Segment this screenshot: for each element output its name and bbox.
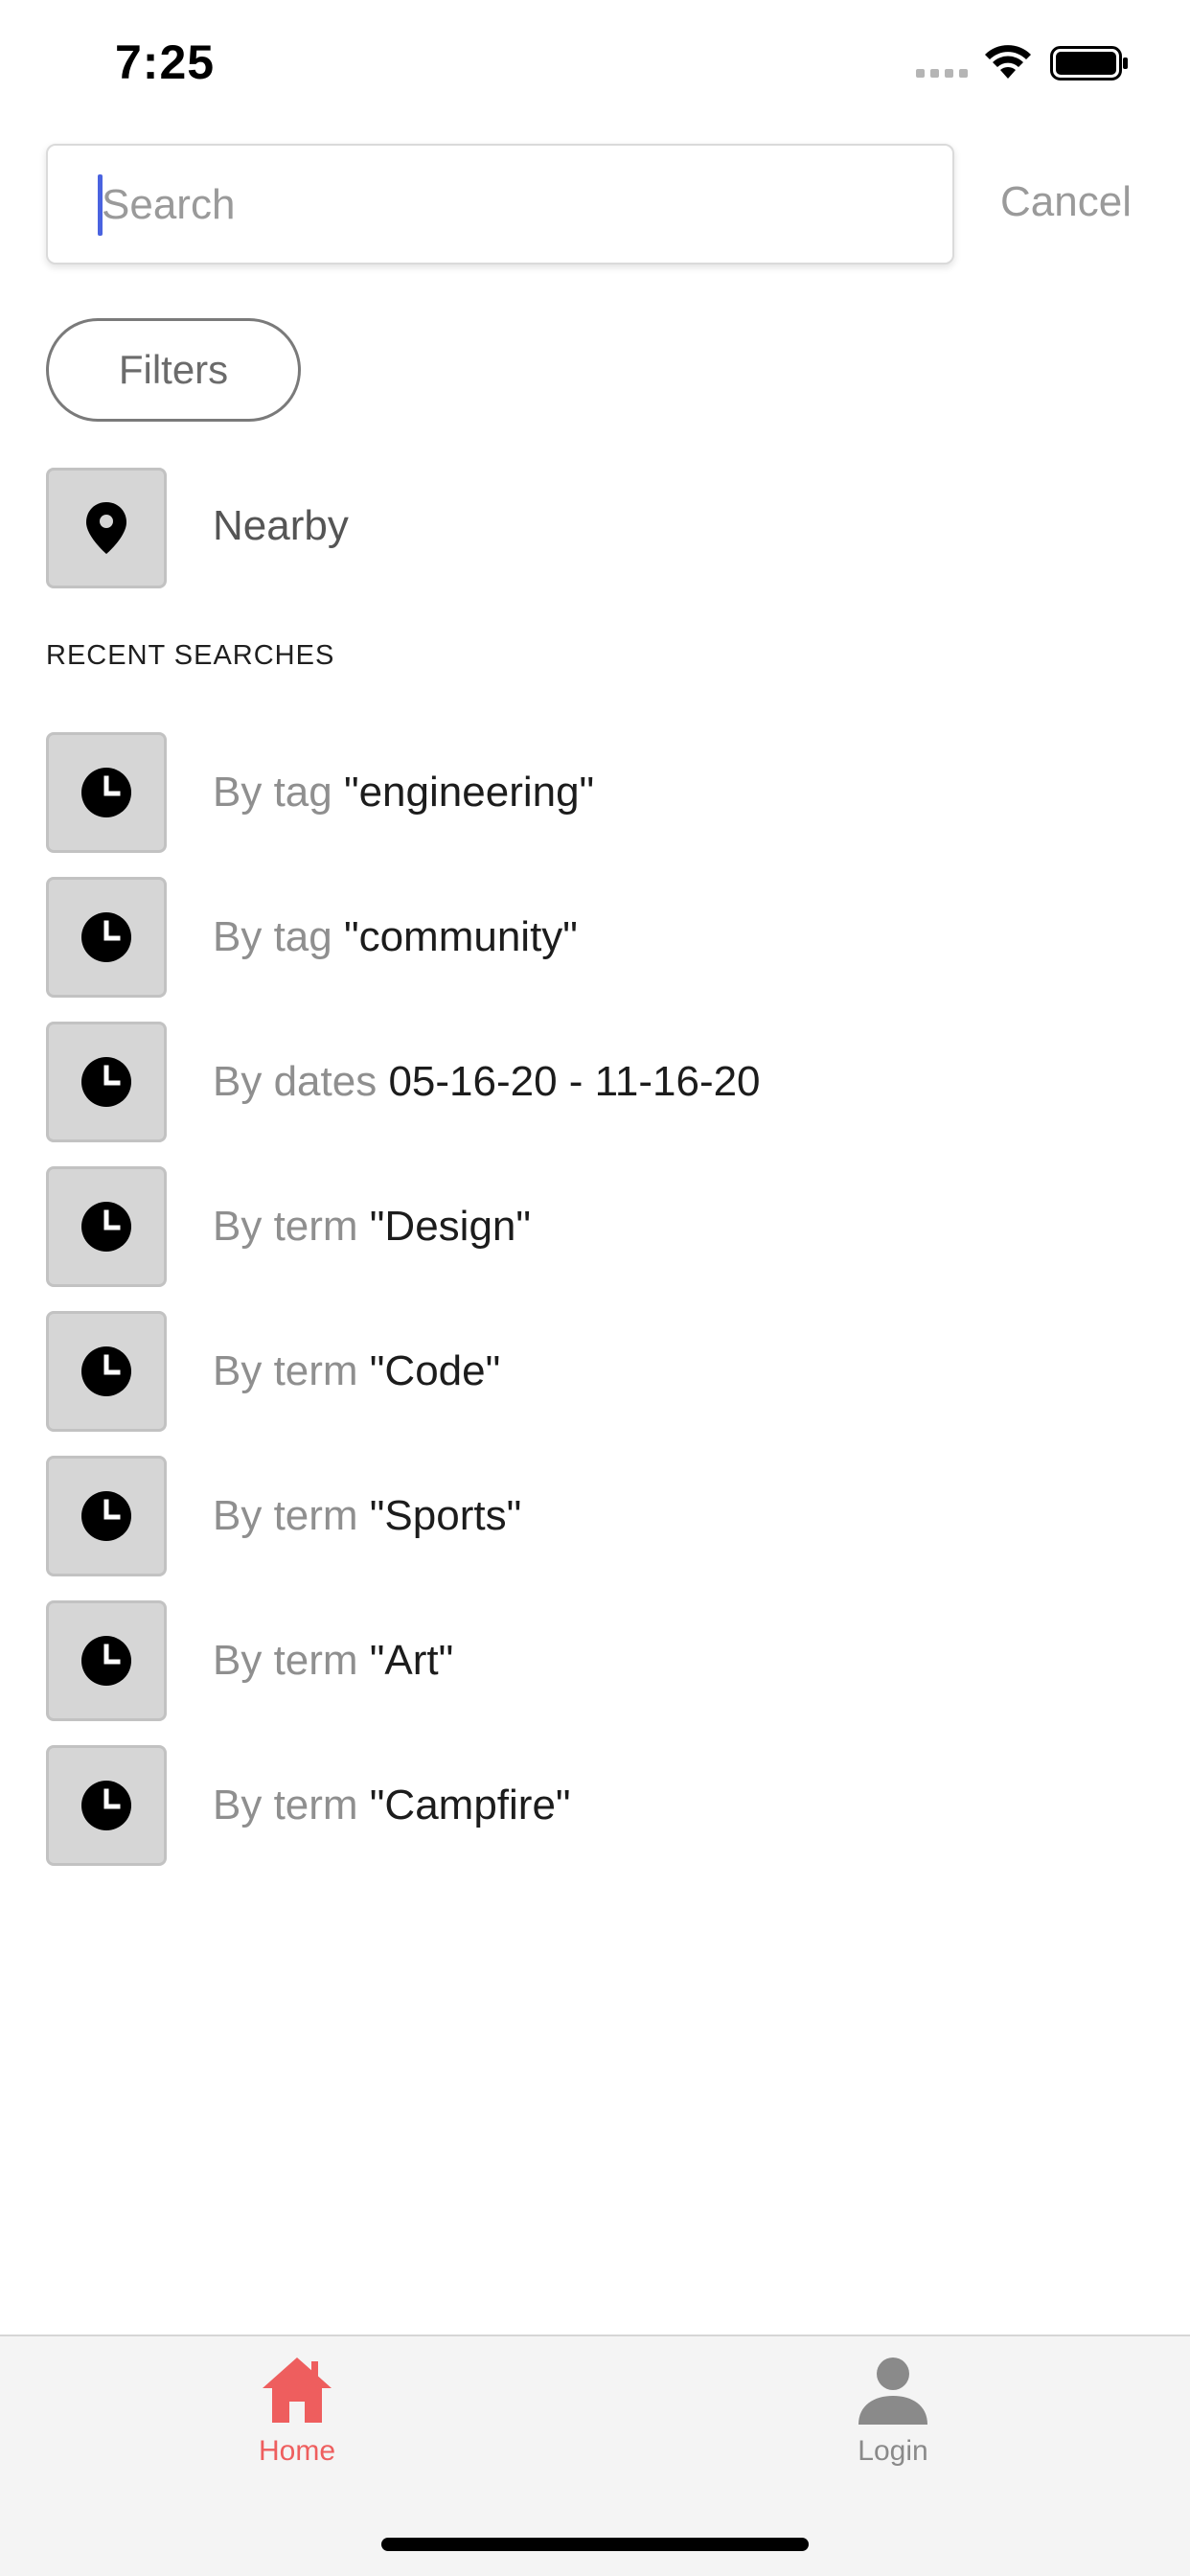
cellular-signal-icon [916, 69, 968, 78]
recent-searches-header: RECENT SEARCHES [46, 640, 335, 671]
nearby-label: Nearby [213, 502, 349, 549]
wifi-icon [985, 45, 1031, 79]
recent-search-type: By term [213, 1492, 370, 1539]
recent-search-text: By term "Campfire" [213, 1782, 571, 1829]
home-indicator [381, 2538, 809, 2551]
recent-icon-tile [46, 877, 167, 998]
recent-search-type: By tag [213, 913, 344, 960]
clock-icon [81, 1057, 131, 1107]
recent-search-value: "Campfire" [369, 1782, 571, 1828]
recent-search-value: "engineering" [343, 769, 595, 816]
recent-icon-tile [46, 1166, 167, 1287]
tab-home-label: Home [258, 2435, 336, 2467]
recent-search-item[interactable]: By term "Art" [0, 1600, 1190, 1721]
clock-icon [81, 912, 131, 962]
recent-search-type: By term [213, 1782, 370, 1828]
battery-icon [1050, 46, 1128, 80]
cancel-button[interactable]: Cancel [1000, 178, 1132, 226]
recent-search-type: By tag [213, 769, 344, 816]
recent-search-item[interactable]: By term "Campfire" [0, 1745, 1190, 1866]
clock-icon [81, 1202, 131, 1252]
recent-search-text: By term "Code" [213, 1347, 500, 1395]
clock-icon [81, 1491, 131, 1541]
recent-search-item[interactable]: By term "Design" [0, 1166, 1190, 1287]
recent-search-value: "Art" [369, 1637, 454, 1684]
recent-search-value: "Code" [369, 1347, 501, 1394]
location-pin-icon [86, 502, 126, 554]
recent-search-item[interactable]: By tag "community" [0, 877, 1190, 998]
clock-icon [81, 1346, 131, 1396]
recent-search-text: By tag "community" [213, 913, 578, 961]
recent-search-value: "Design" [369, 1203, 531, 1250]
tab-login[interactable]: Login [778, 2356, 1008, 2468]
recent-search-item[interactable]: By tag "engineering" [0, 732, 1190, 853]
recent-search-type: By dates [213, 1058, 389, 1105]
recent-search-item[interactable]: By term "Sports" [0, 1456, 1190, 1576]
tab-login-label: Login [858, 2435, 928, 2467]
recent-icon-tile [46, 1456, 167, 1576]
clock-icon [81, 1781, 131, 1830]
filters-button[interactable]: Filters [46, 318, 301, 422]
recent-search-item[interactable]: By term "Code" [0, 1311, 1190, 1432]
recent-search-value: "Sports" [369, 1492, 522, 1539]
nearby-icon-tile [46, 468, 167, 588]
recent-search-text: By dates 05-16-20 - 11-16-20 [213, 1058, 761, 1106]
recent-icon-tile [46, 1745, 167, 1866]
recent-icon-tile [46, 732, 167, 853]
status-time: 7:25 [115, 35, 216, 89]
recent-search-text: By term "Art" [213, 1637, 453, 1685]
tab-home[interactable]: Home [182, 2356, 412, 2468]
search-screen: 7:25 Cancel Filters Nearby RECENT SEARCH… [0, 0, 1190, 2576]
nearby-option[interactable]: Nearby [0, 468, 1190, 588]
search-input[interactable] [102, 163, 926, 247]
search-field[interactable] [46, 144, 954, 264]
recent-icon-tile [46, 1600, 167, 1721]
recent-icon-tile [46, 1311, 167, 1432]
recent-search-type: By term [213, 1637, 370, 1684]
recent-search-type: By term [213, 1347, 370, 1394]
recent-search-value: "community" [343, 913, 578, 960]
recent-search-item[interactable]: By dates 05-16-20 - 11-16-20 [0, 1022, 1190, 1142]
user-icon [858, 2358, 927, 2425]
clock-icon [81, 768, 131, 817]
home-icon [263, 2358, 332, 2423]
recent-search-type: By term [213, 1203, 370, 1250]
recent-search-text: By term "Design" [213, 1203, 531, 1251]
recent-search-text: By tag "engineering" [213, 769, 594, 816]
clock-icon [81, 1636, 131, 1686]
recent-search-text: By term "Sports" [213, 1492, 521, 1540]
recent-icon-tile [46, 1022, 167, 1142]
recent-search-value: 05-16-20 - 11-16-20 [388, 1058, 761, 1105]
